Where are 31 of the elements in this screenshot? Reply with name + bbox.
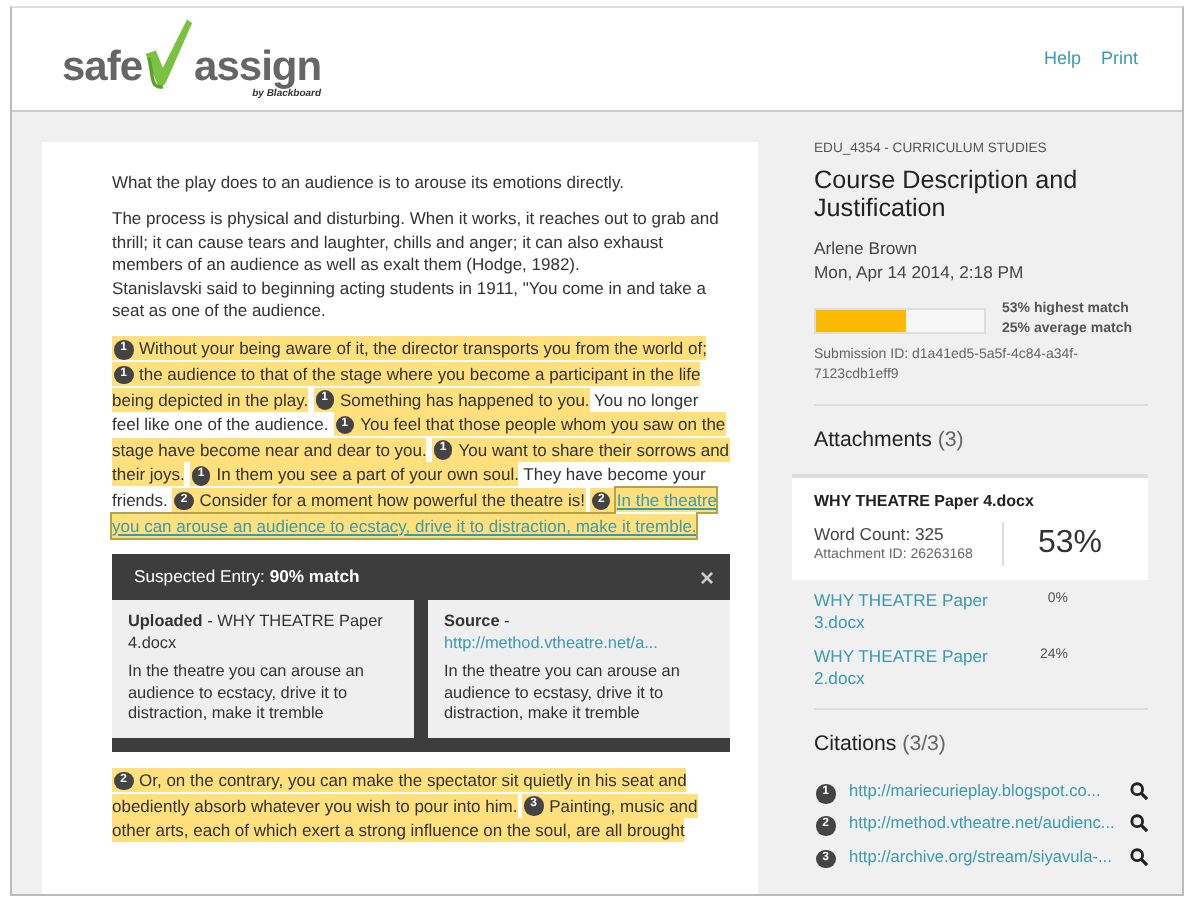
section-heading: Citations xyxy=(814,732,897,757)
match-percentage: 53% xyxy=(1037,524,1102,565)
excerpt-text: In the theatre you can arouse an audience to ecstasy, drive it to distraction, make it tremble xyxy=(444,662,682,727)
citation-link[interactable]: http://archive.org/stream/siyavula-... xyxy=(849,843,1122,869)
citation-link[interactable]: http://mariecurieplay.blogspot.co... xyxy=(849,777,1122,803)
submission-date: Mon, Apr 14 2014, 2:18 PM xyxy=(814,260,1026,285)
popup-title: Suspected Entry: 90% match xyxy=(134,564,360,591)
search-icon[interactable] xyxy=(1130,847,1148,866)
source-link[interactable]: http://method.vtheatre.net/a... xyxy=(444,633,714,655)
panel-heading: Uploaded - WHY THEATRE Paper 4.docx xyxy=(128,612,385,655)
excerpt-text: In the theatre you can arouse an audience to ecstacy, drive it to distraction, make it tremble xyxy=(128,662,366,727)
close-button[interactable]: × xyxy=(699,565,714,590)
section-count: (3) xyxy=(937,428,964,453)
submission-title: Course Description and Justification xyxy=(814,166,1080,223)
header-link[interactable]: Print xyxy=(1100,45,1138,73)
attachment-name: WHY THEATRE Paper 4.docx xyxy=(814,490,1036,515)
author-name: Arlene Brown xyxy=(814,236,920,261)
attachment-link[interactable]: WHY THEATRE Paper 2.docx xyxy=(814,646,994,691)
citation-link[interactable]: http://method.vtheatre.net/audienc... xyxy=(849,810,1122,836)
checkmark-icon xyxy=(142,15,195,92)
paragraph: What the play does to an audience is to arouse its emotions directly. xyxy=(112,172,626,195)
search-icon[interactable] xyxy=(1130,814,1148,833)
section-count: (3/3) xyxy=(902,732,946,757)
section-heading: Attachments xyxy=(814,428,932,453)
attachment-link[interactable]: WHY THEATRE Paper 3.docx xyxy=(814,590,994,635)
panel-heading: Source - xyxy=(444,612,512,634)
search-icon[interactable] xyxy=(1130,781,1148,800)
word-count: Word Count: 325 xyxy=(814,522,946,547)
header-link[interactable]: Help xyxy=(1043,45,1081,73)
logo-text: safe xyxy=(62,45,143,92)
paragraph: The process is physical and disturbing. When it works, it reaches out to grab and thrill; it can cause tears and laughter, chills and anger; it can also exhaust members of an audience as well as exalt them (Hodge, 1982). Stanislavski said to beginning acting students in 1911, "You come in and take a seat as one of the audience. xyxy=(112,208,721,323)
